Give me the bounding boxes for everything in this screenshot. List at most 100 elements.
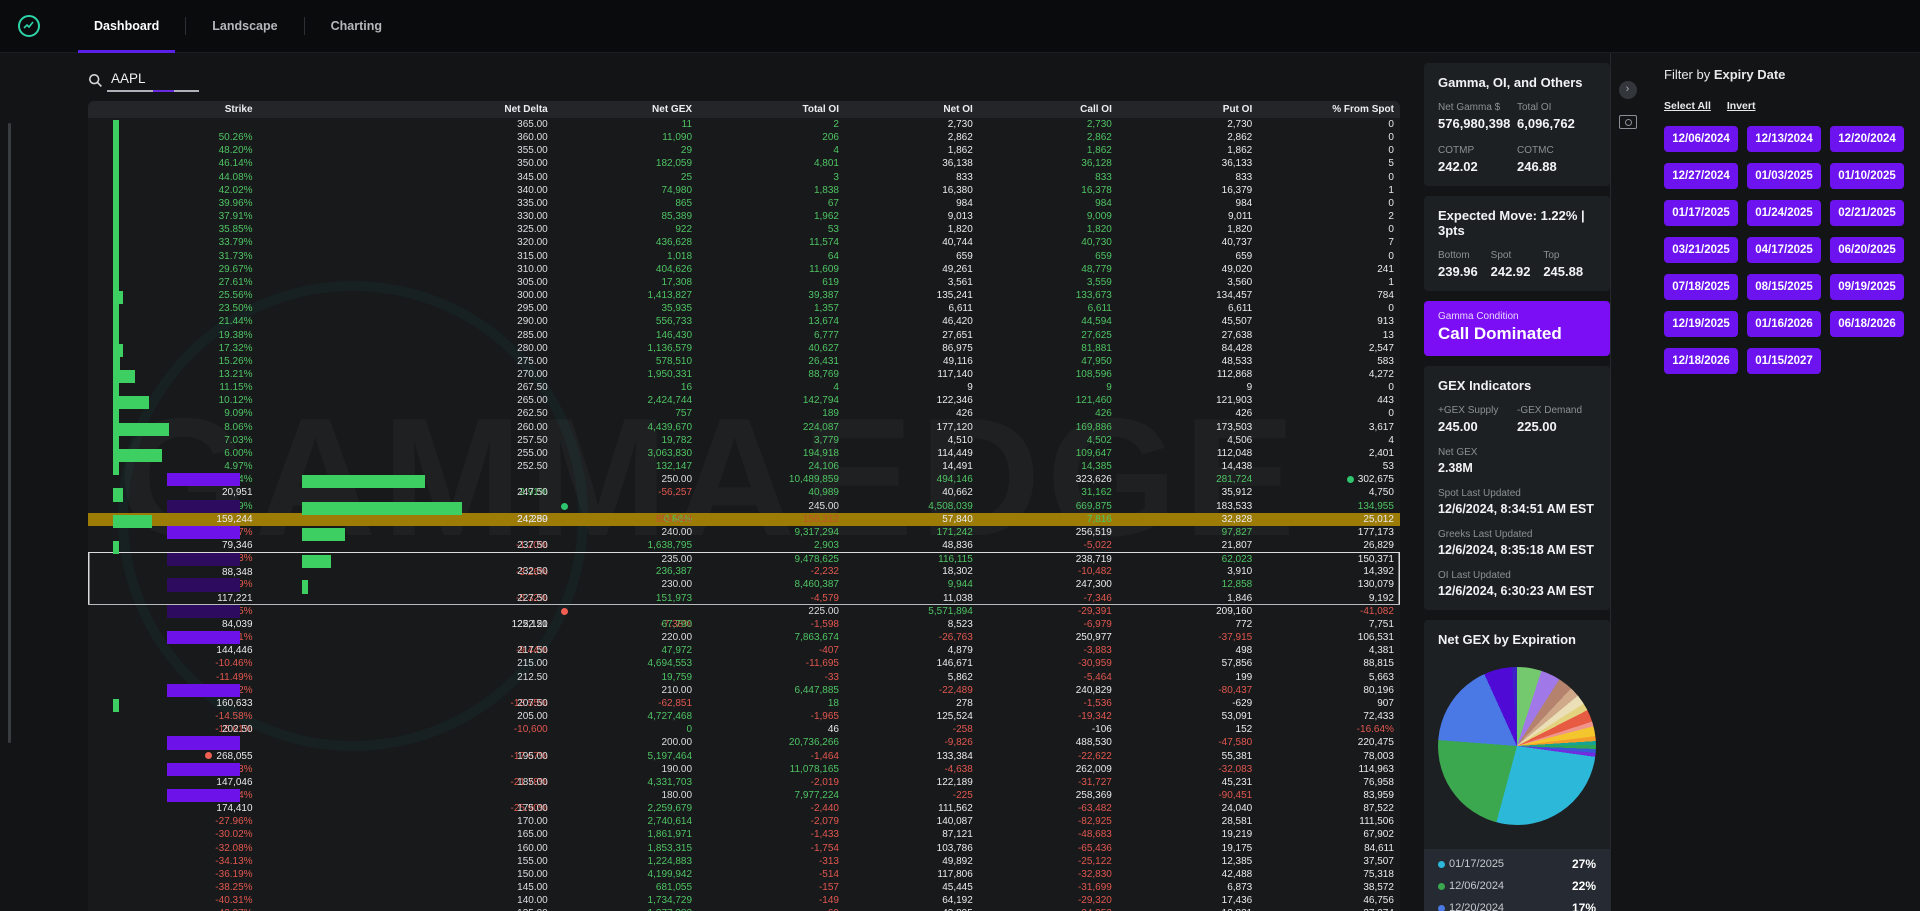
expiry-date-button[interactable]: 12/27/2024: [1664, 163, 1738, 189]
expiry-date-button[interactable]: 01/15/2027: [1747, 348, 1821, 374]
table-row[interactable]: 285.00 146,430 6,777 27,651 27,625 27,638 13 17…: [88, 329, 1400, 354]
table-row[interactable]: 227.50 151,973 -4,579 11,038 -7,346 1,846 9,19…: [88, 592, 1400, 617]
expiry-date-button[interactable]: 06/20/2025: [1830, 237, 1904, 263]
filter-action-invert[interactable]: Invert: [1727, 100, 1756, 112]
table-row[interactable]: 255.00 3,063,830 194,918 114,449 109,647 112,…: [88, 447, 1400, 472]
table-row[interactable]: 235.00 9,478,625 116,115 238,719 62,023 150,3…: [88, 552, 1400, 578]
camera-snapshot-icon[interactable]: [1618, 115, 1637, 129]
legend-item[interactable]: 12/20/2024 17%: [1438, 897, 1596, 911]
table-row[interactable]: 267.50 16 4 9 9 9 0 10.12%: [88, 381, 1400, 406]
table-row[interactable]: 140.00 1,734,729 -149 64,192 -29,320 17,436 46…: [88, 894, 1400, 911]
expiry-date-button[interactable]: 01/16/2026: [1747, 311, 1821, 337]
table-row[interactable]: 212.5019,759-335,862-5,4641995,663-12.52…: [88, 671, 1400, 696]
table-row[interactable]: 225.00 5,571,894 -29,391 209,160 -41,082 84,0…: [88, 604, 1400, 630]
table-row[interactable]: 202.50 -10,600 0 46 -258 -106 152 -16.64%: [88, 723, 1400, 736]
table-row[interactable]: 150.00 4,199,942 -514 117,806 -32,830 42,488 7…: [88, 868, 1400, 893]
tab-charting[interactable]: Charting: [305, 0, 408, 52]
table-row[interactable]: 180.00 7,977,224 -225 258,369 -90,451 83,959 1…: [88, 788, 1400, 814]
expiry-date-button[interactable]: 02/21/2025: [1830, 200, 1904, 226]
table-row[interactable]: 360.00 11,090 206 2,862 2,862 2,862 0 48.20%: [88, 131, 1400, 156]
table-row[interactable]: 205.00 4,727,468 -1,965 125,524 -19,342 53,09…: [88, 710, 1400, 735]
expiry-date-button[interactable]: 01/24/2025: [1747, 200, 1821, 226]
expiry-date-button[interactable]: 12/20/2024: [1830, 126, 1904, 152]
table-row[interactable]: 240.00 9,317,294 171,242 256,519 97,827 177,1…: [88, 525, 1400, 551]
ticker-search-input[interactable]: [103, 68, 195, 90]
expiry-date-button[interactable]: 01/10/2025: [1830, 163, 1904, 189]
table-row[interactable]: 217.50 47,972 -407 4,879 -3,883 498 4,381 -10.4…: [88, 644, 1400, 669]
expiry-date-button[interactable]: 06/18/2026: [1830, 311, 1904, 337]
table-row[interactable]: 237.50 1,638,795 2,903 48,836 -5,022 21,807 26…: [88, 539, 1400, 564]
table-row[interactable]: 222.5067,790-1,5988,523-6,9797727,751-8.…: [88, 618, 1400, 643]
app-logo-icon[interactable]: [18, 15, 40, 37]
table-row[interactable]: 335.00 865 67 984 984 984 0 37.91%: [88, 197, 1400, 222]
table-row[interactable]: 295.00 35,935 1,357 6,611 6,611 6,611 0 21.44%: [88, 302, 1400, 327]
table-row[interactable]: 210.00 6,447,885 -22,489 240,829 -80,437 80,1…: [88, 683, 1400, 709]
table-row[interactable]: 310.00 404,626 11,609 49,261 48,779 49,020 241…: [88, 263, 1400, 288]
table-row[interactable]: 280.00 1,136,579 40,627 86,975 81,881 84,428 2…: [88, 342, 1400, 367]
column-header[interactable]: Net Delta: [259, 101, 554, 118]
table-row[interactable]: 340.00 74,980 1,838 16,380 16,378 16,379 1 39.9…: [88, 184, 1400, 209]
column-header[interactable]: Net GEX: [554, 101, 698, 118]
table-row[interactable]: 135.001,277,282-6949,895-24,25312,82137,…: [88, 907, 1400, 911]
table-row[interactable]: 145.00 681,055 -157 45,445 -31,699 6,873 38,57…: [88, 881, 1400, 906]
table-row[interactable]: 315.00 1,018 64 659 659 659 0 29.67%: [88, 250, 1400, 275]
table-row[interactable]: 190.00 11,078,165 -4,638 262,009 -32,083 114,…: [88, 762, 1400, 788]
column-header[interactable]: Net OI: [845, 101, 979, 118]
table-row[interactable]: 175.00 2,259,679 -2,440 111,562 -63,482 24,04…: [88, 802, 1400, 827]
filter-action-select-all[interactable]: Select All: [1664, 100, 1711, 112]
table-row[interactable]: 325.00 922 53 1,820 1,820 1,820 0 33.79%: [88, 223, 1400, 248]
table-row[interactable]: 207.50 -62,851 18 278 -1,536 -629 907 -14.58%: [88, 697, 1400, 722]
table-row[interactable]: 262.50 757 189 426 426 426 0 8.06%: [88, 407, 1400, 433]
expiry-date-button[interactable]: 12/13/2024: [1747, 126, 1821, 152]
expiry-date-button[interactable]: 09/19/2025: [1830, 274, 1904, 300]
table-row[interactable]: 257.50 19,782 3,779 4,510 4,502 4,506 4 6.00%: [88, 434, 1400, 459]
legend-item[interactable]: 01/17/2025 27%: [1438, 853, 1596, 875]
expiry-date-button[interactable]: 12/18/2026: [1664, 348, 1738, 374]
table-row[interactable]: 355.00 29 4 1,862 1,862 1,862 0 46.14%: [88, 144, 1400, 169]
table-row[interactable]: 305.00 17,308 619 3,561 3,559 3,560 1 25.56%: [88, 276, 1400, 301]
collapse-panel-button[interactable]: ›: [1618, 81, 1637, 99]
tab-landscape[interactable]: Landscape: [186, 0, 303, 52]
table-row[interactable]: 260.00 4,439,670 224,087 177,120 169,886 173,…: [88, 421, 1400, 446]
expiry-date-button[interactable]: 03/21/2025: [1664, 237, 1738, 263]
table-row[interactable]: 275.00 578,510 26,431 49,116 47,950 48,533 583…: [88, 355, 1400, 380]
expiry-date-button[interactable]: 07/18/2025: [1664, 274, 1738, 300]
table-row[interactable]: 250.00 10,489,859 494,146 323,626 281,724 302…: [88, 473, 1400, 498]
table-row[interactable]: 290.00 556,733 13,674 46,420 44,594 45,507 913…: [88, 315, 1400, 341]
column-header[interactable]: Put OI: [1118, 101, 1258, 118]
table-row[interactable]: 230.00 8,460,387 9,944 247,300 12,858 130,079…: [88, 578, 1400, 604]
table-row[interactable]: 350.00 182,059 4,801 36,138 36,128 36,133 5 44.…: [88, 157, 1400, 183]
table-row[interactable]: 215.00 4,694,553 -11,695 146,671 -30,959 57,8…: [88, 657, 1400, 682]
table-row[interactable]: 160.00 1,853,315 -1,754 103,786 -65,436 19,17…: [88, 842, 1400, 867]
table-row[interactable]: 247.50 -56,257 40,989 40,662 31,162 35,912 4,7…: [88, 486, 1400, 512]
table-row[interactable]: 185.00 4,331,703 -2,019 122,189 -31,727 45,23…: [88, 776, 1400, 801]
table-row[interactable]: 165.00 1,861,971 -1,433 87,121 -48,683 19,219…: [88, 828, 1400, 853]
column-header[interactable]: % From Spot: [1258, 101, 1400, 118]
tab-dashboard[interactable]: Dashboard: [68, 0, 185, 53]
table-row[interactable]: 252.50132,14724,10614,49114,38514,438533…: [88, 460, 1400, 485]
column-header[interactable]: Strike: [88, 101, 259, 118]
legend-item[interactable]: 12/06/2024 22%: [1438, 875, 1596, 897]
column-header[interactable]: Total OI: [698, 101, 845, 118]
expiry-date-button[interactable]: 12/19/2025: [1664, 311, 1738, 337]
table-row[interactable]: 320.00 436,628 11,574 40,744 40,730 40,737 7 31…: [88, 236, 1400, 262]
table-row[interactable]: 220.00 7,863,674 -26,763 250,977 -37,915 106,…: [88, 631, 1400, 656]
net-gex-pie-chart[interactable]: [1438, 667, 1596, 825]
table-row[interactable]: 242.50 854,544 156,312 57,840 7,816 32,828 25,…: [88, 512, 1400, 538]
expiry-date-button[interactable]: 04/17/2025: [1747, 237, 1821, 263]
table-row[interactable]: 200.00 20,736,266 -9,826 488,530 -47,580 220,…: [88, 736, 1400, 762]
expiry-date-button[interactable]: 08/15/2025: [1747, 274, 1821, 300]
table-row[interactable]: 270.00 1,950,331 88,769 117,140 108,596 112,8…: [88, 368, 1400, 393]
expiry-date-button[interactable]: 01/03/2025: [1747, 163, 1821, 189]
column-header[interactable]: Call OI: [979, 101, 1118, 118]
table-row[interactable]: 300.00 1,413,827 39,387 135,241 133,673 134,4…: [88, 289, 1400, 314]
table-row[interactable]: 170.00 2,740,614 -2,079 140,087 -82,925 28,58…: [88, 815, 1400, 840]
table-row[interactable]: 155.00 1,224,883 -313 49,892 -25,122 12,385 37…: [88, 855, 1400, 880]
table-row[interactable]: 330.00 85,389 1,962 9,013 9,009 9,011 2 35.85%: [88, 210, 1400, 235]
expiry-date-button[interactable]: 12/06/2024: [1664, 126, 1738, 152]
table-row[interactable]: 365.00 11 2 2,730 2,730 2,730 0 50.26%: [88, 118, 1400, 143]
left-scrollbar[interactable]: [8, 123, 11, 743]
expiry-date-button[interactable]: 01/17/2025: [1664, 200, 1738, 226]
table-row[interactable]: 245.00 4,508,039 669,875 183,533 134,955 159,…: [88, 499, 1400, 525]
table-row[interactable]: 195.00 5,197,464 -1,464 133,384 -22,622 55,38…: [88, 750, 1400, 775]
